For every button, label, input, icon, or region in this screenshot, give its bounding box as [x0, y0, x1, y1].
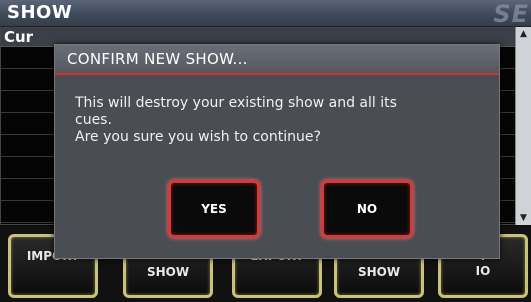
yes-button[interactable]: YES: [168, 180, 260, 238]
no-button[interactable]: NO: [321, 180, 413, 238]
confirm-dialog: CONFIRM NEW SHOW... This will destroy yo…: [54, 44, 500, 259]
brand-logo: SE: [493, 0, 529, 28]
dialog-message-line: cues.: [75, 112, 112, 128]
dialog-message-line: Are you sure you wish to continue?: [75, 129, 321, 145]
dialog-title: CONFIRM NEW SHOW...: [67, 50, 248, 68]
window-titlebar: SHOW SE: [0, 0, 531, 28]
window-title: SHOW: [7, 2, 73, 23]
scroll-down-icon[interactable]: ▼: [518, 213, 529, 223]
dialog-titlebar: CONFIRM NEW SHOW...: [55, 45, 499, 75]
dialog-message-line: This will destroy your existing show and…: [75, 95, 397, 111]
dialog-message: This will destroy your existing show and…: [75, 95, 485, 146]
scroll-up-icon[interactable]: ▲: [518, 29, 529, 39]
column-header-current: Cur: [4, 28, 34, 46]
list-scrollbar[interactable]: ▲ ▼: [515, 27, 531, 225]
load-show-button-label: SHOW: [357, 265, 401, 279]
new-show-button-label: SHOW: [146, 265, 190, 279]
